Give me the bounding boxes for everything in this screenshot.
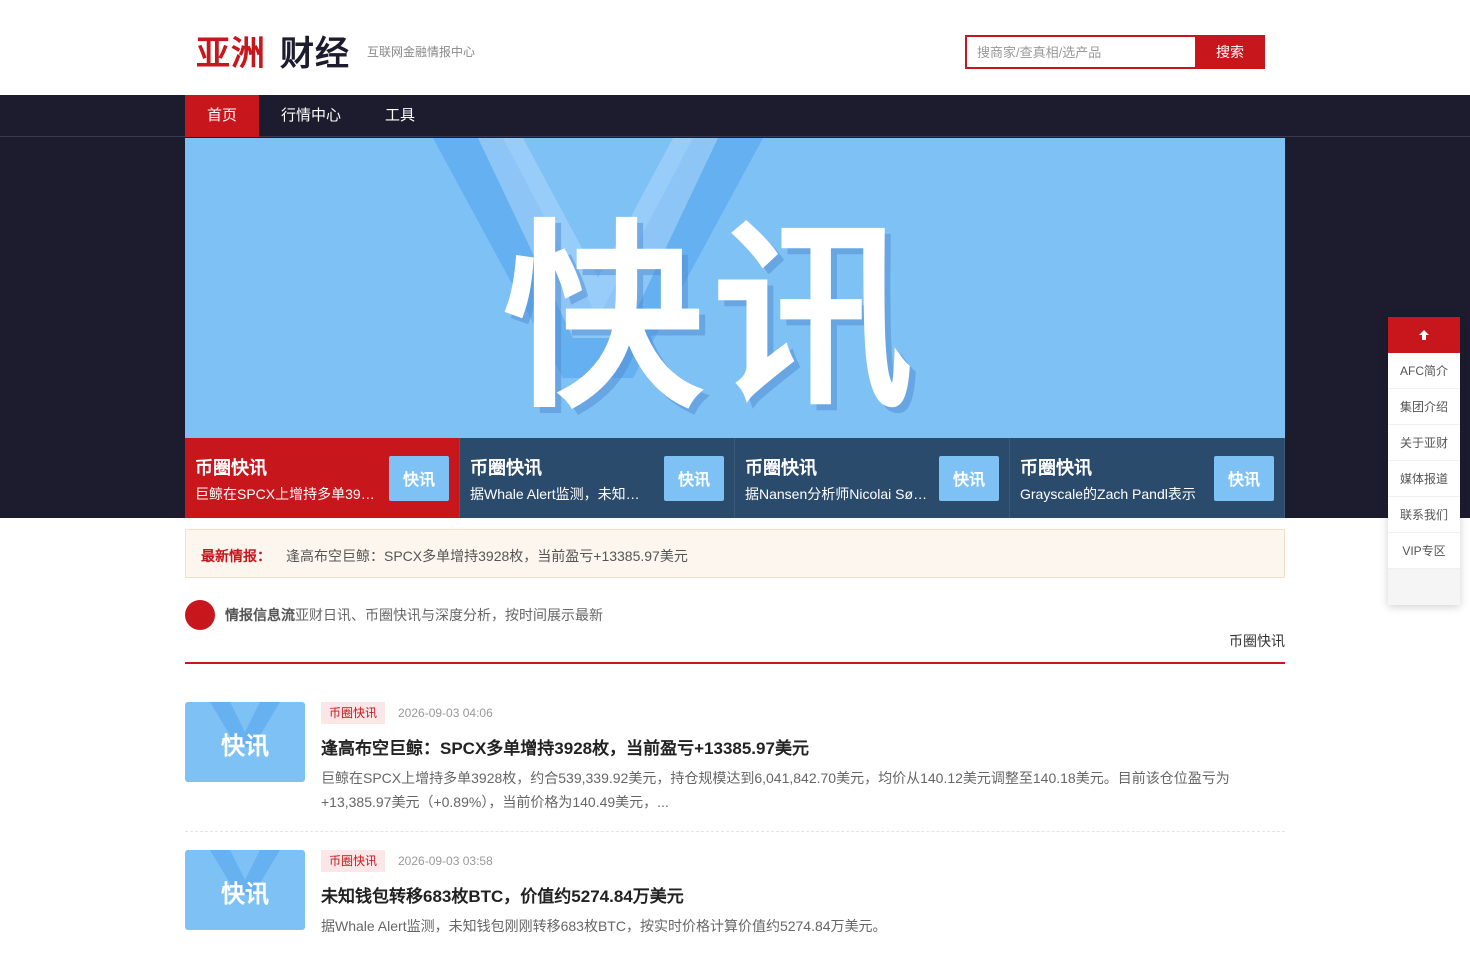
site-logo[interactable]: 亚洲 财经: [196, 26, 350, 75]
section-title: 情报信息流: [225, 607, 295, 623]
hero-cards: 币圈快讯 巨鲸在SPCX上增持多单3928枚，约合539,339.92美元 快讯…: [185, 438, 1285, 518]
thumbnail-text: 快讯: [952, 470, 985, 489]
hero-banner[interactable]: 快讯 币圈快讯 巨鲸在SPCX上增持多单3928枚，约合539,339.92美元…: [185, 138, 1285, 518]
search-box: 搜索: [965, 35, 1265, 69]
list-item[interactable]: 快讯 币圈快讯 2026-09-03 04:06 逢高布空巨鲸：SPCX多单增持…: [185, 702, 1285, 812]
thumbnail-text: 快讯: [221, 732, 269, 760]
section-heading: 情报信息流亚财日讯、币圈快讯与深度分析，按时间展示最新: [225, 605, 603, 625]
logo-part-1: 亚洲: [196, 35, 266, 73]
nav-item-tools[interactable]: 工具: [363, 95, 437, 137]
side-menu-footer: [1388, 569, 1460, 605]
thumbnail-text: 快讯: [221, 880, 269, 908]
logo-part-2: 财经: [280, 35, 350, 73]
site-header: 亚洲财经 互联网金融情报中心 搜索: [0, 0, 1470, 95]
hero-card-title: 币圈快讯: [195, 458, 267, 478]
post-title[interactable]: 逢高布空巨鲸：SPCX多单增持3928枚，当前盈亏+13385.97美元: [321, 734, 809, 759]
category-tag[interactable]: 币圈快讯: [321, 702, 386, 724]
post-excerpt: 据Whale Alert监测，未知钱包刚刚转移683枚BTC，按实时价格计算价值…: [321, 918, 887, 934]
hero-card-desc: Grayscale的Zach Pandl表示: [1020, 486, 1196, 502]
post-excerpt: 巨鲸在SPCX上增持多单3928枚，约合539,339.92美元，持仓规模达到6…: [321, 770, 1230, 810]
tab-crypto-news[interactable]: 币圈快讯: [1229, 631, 1285, 651]
hero-card-desc: 据Nansen分析师Nicolai Søndergaard: [745, 486, 928, 502]
banner-title: 快讯: [503, 203, 924, 436]
list-item-thumbnail[interactable]: 快讯: [185, 702, 305, 782]
search-input[interactable]: [965, 35, 1196, 69]
side-item-about[interactable]: 关于亚财: [1388, 425, 1460, 461]
hero-card-desc: 据Whale Alert监测，未知钱包刚刚转移683枚BTC: [470, 486, 653, 502]
hero-card-thumbnail: 快讯: [939, 456, 999, 501]
hero-card[interactable]: 币圈快讯 据Nansen分析师Nicolai Søndergaard 快讯: [735, 438, 1010, 518]
post-date: 2026-09-03 04:06: [398, 706, 493, 720]
main-nav: 首页 行情中心 工具: [0, 95, 1470, 137]
hero-card-thumbnail: 快讯: [389, 456, 449, 501]
side-float-menu: AFC简介 集团介绍 关于亚财 媒体报道 联系我们 VIP专区: [1388, 317, 1460, 605]
hero-card[interactable]: 币圈快讯 据Whale Alert监测，未知钱包刚刚转移683枚BTC 快讯: [460, 438, 735, 518]
thumbnail-text: 快讯: [1227, 470, 1260, 489]
section-dot-icon: [185, 600, 215, 630]
hero-card[interactable]: 币圈快讯 巨鲸在SPCX上增持多单3928枚，约合539,339.92美元 快讯: [185, 438, 460, 518]
hero-card-title: 币圈快讯: [745, 458, 817, 478]
hero-card[interactable]: 币圈快讯 Grayscale的Zach Pandl表示 快讯: [1010, 438, 1285, 518]
side-item-afc-intro[interactable]: AFC简介: [1388, 353, 1460, 389]
thumbnail-text: 快讯: [677, 470, 710, 489]
nav-item-home[interactable]: 首页: [185, 95, 260, 137]
hero-card-thumbnail: 快讯: [664, 456, 724, 501]
side-item-vip[interactable]: VIP专区: [1388, 533, 1460, 569]
side-item-group-intro[interactable]: 集团介绍: [1388, 389, 1460, 425]
section-divider: [185, 662, 1285, 664]
hero-card-title: 币圈快讯: [470, 458, 542, 478]
post-date: 2026-09-03 03:58: [398, 854, 493, 868]
search-button[interactable]: 搜索: [1195, 35, 1265, 69]
hero-card-title: 币圈快讯: [1020, 458, 1092, 478]
hero-card-thumbnail: 快讯: [1214, 456, 1274, 501]
hero-card-desc: 巨鲸在SPCX上增持多单3928枚，约合539,339.92美元: [195, 486, 378, 502]
thumbnail-text: 快讯: [402, 470, 435, 489]
category-tag[interactable]: 币圈快讯: [321, 850, 386, 872]
ticker-label: 最新情报：: [201, 548, 271, 564]
ticker-text[interactable]: 逢高布空巨鲸：SPCX多单增持3928枚，当前盈亏+13385.97美元: [286, 546, 688, 566]
section-subtitle: 亚财日讯、币圈快讯与深度分析，按时间展示最新: [295, 607, 603, 623]
site-slogan: 互联网金融情报中心: [367, 45, 476, 59]
list-divider: [185, 831, 1285, 832]
side-item-media[interactable]: 媒体报道: [1388, 461, 1460, 497]
post-title[interactable]: 未知钱包转移683枚BTC，价值约5274.84万美元: [321, 882, 684, 907]
arrow-up-icon: [1419, 330, 1429, 340]
back-to-top-button[interactable]: [1388, 317, 1460, 353]
side-item-contact[interactable]: 联系我们: [1388, 497, 1460, 533]
list-item-thumbnail[interactable]: 快讯: [185, 850, 305, 930]
news-ticker: 最新情报： 逢高布空巨鲸：SPCX多单增持3928枚，当前盈亏+13385.97…: [185, 529, 1285, 578]
list-item[interactable]: 快讯 币圈快讯 2026-09-03 03:58 未知钱包转移683枚BTC，价…: [185, 850, 1285, 960]
nav-item-market[interactable]: 行情中心: [259, 95, 363, 137]
